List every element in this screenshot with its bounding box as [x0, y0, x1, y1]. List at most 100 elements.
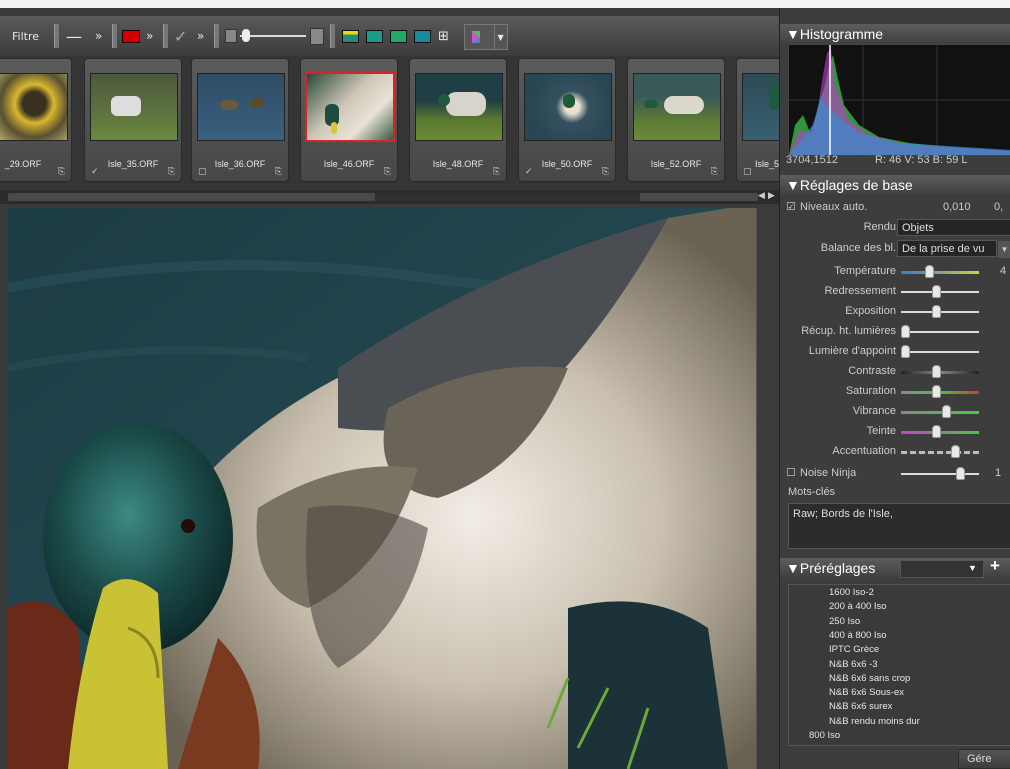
filmstrip-layout-icon[interactable] — [342, 26, 359, 46]
preset-item[interactable]: N&B rendu moins dur — [829, 716, 920, 727]
preset-item[interactable]: 1600 Iso-2 — [829, 587, 874, 598]
preset-item[interactable]: 400 à 800 Iso — [829, 630, 887, 641]
check-icon[interactable]: ✓ — [174, 26, 187, 46]
auto-levels-checkbox[interactable]: ☑ — [786, 200, 796, 213]
noise-ninja-label: Noise Ninja — [800, 467, 857, 479]
filmstrip-thumb-selected[interactable]: Isle_46.ORF ⎘ — [300, 58, 398, 182]
thumbnail-image — [305, 72, 395, 142]
thumb-check-icon: ✓ — [91, 167, 99, 177]
filter-label[interactable]: Filtre — [12, 26, 39, 46]
preset-item[interactable]: IPTC Grèce — [829, 644, 879, 655]
slider-knob[interactable] — [925, 265, 934, 278]
auto-levels-value[interactable]: 0,010 — [943, 201, 971, 213]
preset-item[interactable]: 250 Iso — [829, 616, 860, 627]
chevron-down-icon[interactable]: ▼ — [998, 241, 1010, 258]
slider-knob[interactable] — [956, 467, 965, 480]
more-button[interactable]: » — [95, 26, 102, 46]
image-viewer[interactable] — [8, 208, 756, 769]
basic-settings-header[interactable]: ▼Réglages de base — [780, 175, 1010, 195]
slider-knob[interactable] — [951, 445, 960, 458]
slider-knob[interactable] — [932, 305, 941, 318]
adjust-label: Saturation — [845, 385, 896, 397]
thumbnail-image — [742, 73, 779, 141]
scroll-right-icon[interactable]: ▶ — [768, 191, 775, 201]
color-label-icon[interactable] — [122, 26, 140, 46]
slider-knob[interactable] — [932, 425, 941, 438]
histogram-header[interactable]: ▼Histogramme — [780, 24, 1010, 44]
more-button[interactable]: » — [197, 26, 204, 46]
keywords-field[interactable]: Raw; Bords de l'Isle, — [788, 503, 1010, 549]
thumb-check-icon: ✓ — [525, 167, 533, 177]
wb-select[interactable]: De la prise de vu — [897, 240, 997, 257]
large-thumb-icon[interactable] — [310, 26, 324, 46]
adjust-slider[interactable] — [901, 345, 979, 358]
adjust-slider[interactable] — [901, 445, 979, 458]
small-thumb-icon[interactable] — [225, 26, 237, 46]
filmstrip-thumb[interactable]: Isle_36.ORF ▢ ⎘ — [191, 58, 289, 182]
filmstrip-thumb[interactable]: _29.ORF ⎘ — [0, 58, 72, 182]
filmstrip-thumb[interactable]: Isle_35.ORF ✓ ⎘ — [84, 58, 182, 182]
filmstrip-thumb[interactable]: Isle_52.ORF ⎘ — [627, 58, 725, 182]
adjust-slider[interactable] — [901, 405, 979, 418]
thumb-edit-icon: ⎘ — [492, 167, 500, 177]
preset-item[interactable]: N&B 6x6 surex — [829, 701, 892, 712]
layout-split-icon[interactable] — [414, 26, 431, 46]
scrollbar-thumb[interactable] — [375, 193, 640, 201]
slider-knob[interactable] — [942, 405, 951, 418]
noise-ninja-checkbox[interactable]: ☐ — [786, 466, 796, 479]
adjust-slider[interactable] — [901, 265, 979, 278]
auto-levels-row: ☑ Niveaux auto. 0,010 0, — [780, 198, 1010, 218]
grid-icon[interactable]: ⊞ — [438, 26, 449, 46]
adjust-slider[interactable] — [901, 305, 979, 318]
adjust-slider[interactable] — [901, 325, 979, 338]
adjust-slider[interactable] — [901, 425, 979, 438]
filmstrip-thumb[interactable]: Isle_5 ▢ — [736, 58, 779, 182]
color-wheel-icon[interactable] — [464, 24, 496, 50]
noise-ninja-slider[interactable] — [901, 467, 979, 480]
thumb-filename: Isle_52.ORF — [650, 159, 702, 169]
rendu-select[interactable]: Objets — [897, 219, 1010, 236]
toolbar-separator — [54, 24, 59, 48]
adjust-label: Contraste — [848, 365, 896, 377]
noise-ninja-value: 1 — [995, 467, 1002, 479]
add-preset-icon[interactable]: + — [990, 556, 1000, 576]
thumbnail-image — [90, 73, 178, 141]
filmstrip-scrollbar[interactable]: ◀ ▶ — [0, 190, 779, 204]
slider-knob[interactable] — [901, 325, 910, 338]
slider-knob[interactable] — [932, 365, 941, 378]
toolbar-separator — [163, 24, 168, 48]
manage-presets-button[interactable]: Gére — [958, 749, 1010, 769]
filmstrip-thumb[interactable]: Isle_48.ORF ⎘ — [409, 58, 507, 182]
adjust-slider[interactable] — [901, 365, 979, 378]
more-button[interactable]: » — [146, 26, 153, 46]
minus-icon[interactable]: — — [66, 26, 82, 46]
slider-knob[interactable] — [932, 385, 941, 398]
layout-horizontal-icon[interactable] — [366, 26, 383, 46]
chevron-down-icon[interactable]: ▼ — [968, 558, 977, 578]
preset-item[interactable]: N&B 6x6 -3 — [829, 659, 878, 670]
thumbnail-image — [524, 73, 612, 141]
thumb-flag-icon: ▢ — [198, 167, 207, 177]
adjust-label: Teinte — [866, 425, 896, 437]
thumb-size-slider[interactable] — [240, 26, 306, 46]
preset-item[interactable]: N&B 6x6 sans crop — [829, 673, 910, 684]
preset-item[interactable]: N&B 6x6 Sous-ex — [829, 687, 904, 698]
rendu-label: Rendu — [863, 221, 896, 233]
filmstrip-thumb[interactable]: Isle_50.ORF ✓ ⎘ — [518, 58, 616, 182]
preset-item[interactable]: 200 à 400 Iso — [829, 601, 887, 612]
auto-levels-value2[interactable]: 0, — [994, 201, 1003, 213]
viewer-scrollbar[interactable] — [756, 208, 779, 769]
layout-single-icon[interactable] — [390, 26, 407, 46]
toolbar: Filtre — » » ✓ » ⊞ ▼ — [0, 16, 779, 57]
slider-knob[interactable] — [932, 285, 941, 298]
preset-item[interactable]: 800 Iso — [809, 730, 840, 741]
adjust-slider[interactable] — [901, 285, 979, 298]
histogram — [788, 44, 1010, 156]
presets-header[interactable]: ▼Préréglages ▼ + — [780, 556, 1010, 578]
adjust-slider[interactable] — [901, 385, 979, 398]
slider-knob[interactable] — [901, 345, 910, 358]
toolbar-separator — [112, 24, 117, 48]
scroll-left-icon[interactable]: ◀ — [758, 191, 765, 201]
chevron-down-icon[interactable]: ▼ — [494, 24, 508, 50]
thumb-filename: Isle_48.ORF — [432, 159, 484, 169]
